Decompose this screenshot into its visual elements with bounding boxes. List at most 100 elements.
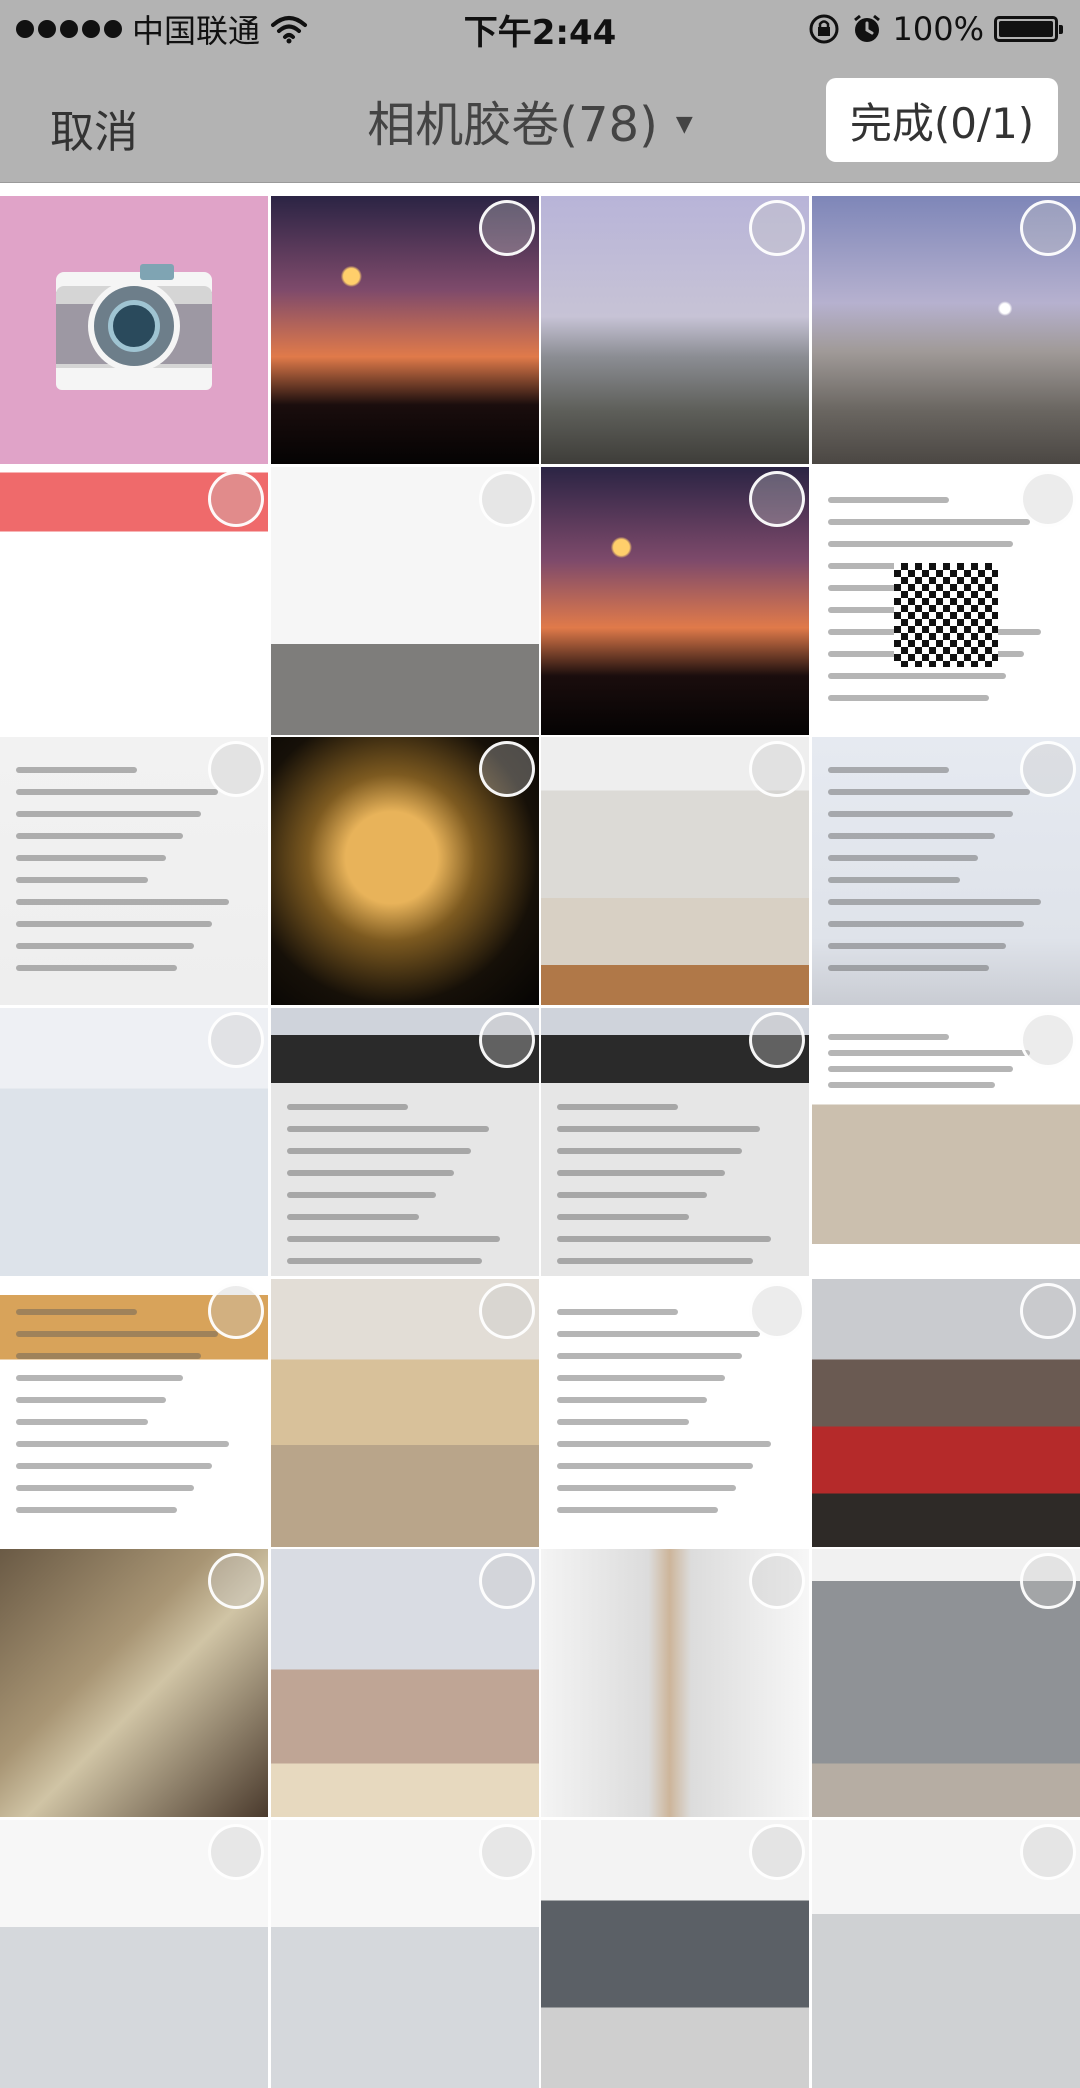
photo-thumbnail[interactable] [270, 196, 539, 464]
select-circle[interactable] [208, 741, 264, 798]
select-circle[interactable] [478, 200, 535, 256]
photo-thumbnail[interactable] [541, 196, 810, 464]
status-right: 100% [807, 0, 1063, 58]
camera-capture-tile[interactable] [0, 196, 268, 464]
text-line [828, 496, 949, 503]
select-circle[interactable] [478, 470, 535, 527]
photo-thumbnail[interactable] [812, 1820, 1080, 2088]
select-circle[interactable] [1020, 1282, 1076, 1339]
status-bar: 中国联通 下午2:44 100% [0, 0, 1080, 58]
select-circle[interactable] [208, 1282, 264, 1339]
text-line [286, 1214, 419, 1220]
photo-thumbnail[interactable] [541, 1278, 810, 1547]
text-line [828, 899, 1042, 906]
text-line [557, 1148, 743, 1154]
photo-thumbnail[interactable] [270, 1820, 539, 2088]
photo-thumbnail[interactable] [0, 466, 268, 735]
camera-icon [0, 196, 268, 464]
text-line [16, 1462, 212, 1469]
photo-thumbnail[interactable] [812, 1549, 1080, 1818]
text-line [828, 1082, 996, 1088]
text-line [16, 921, 212, 928]
select-circle[interactable] [749, 470, 806, 527]
select-circle[interactable] [1020, 741, 1076, 798]
select-circle[interactable] [478, 1553, 535, 1610]
select-circle[interactable] [1020, 1553, 1076, 1610]
select-circle[interactable] [1020, 1012, 1076, 1068]
text-line [557, 1104, 679, 1110]
select-circle[interactable] [1020, 470, 1076, 527]
text-line [828, 540, 1013, 547]
select-circle[interactable] [478, 741, 535, 798]
select-circle[interactable] [1020, 200, 1076, 256]
photo-thumbnail[interactable] [812, 466, 1080, 735]
wifi-icon [271, 16, 308, 44]
nav-bar: 取消 相机胶卷(78) ▼ 完成(0/1) [0, 58, 1080, 183]
text-line [16, 1418, 148, 1425]
photo-thumbnail[interactable] [0, 1549, 268, 1818]
photo-thumbnail[interactable] [270, 1008, 539, 1276]
text-line [828, 789, 1031, 796]
select-circle[interactable] [478, 1012, 535, 1068]
select-circle[interactable] [749, 200, 806, 256]
text-line [557, 1126, 760, 1132]
text-line [286, 1170, 454, 1176]
photo-thumbnail[interactable] [812, 196, 1080, 464]
select-circle[interactable] [749, 1824, 806, 1881]
text-line [286, 1192, 437, 1198]
qr-code [894, 562, 998, 667]
text-line [557, 1192, 707, 1198]
select-circle[interactable] [749, 1282, 806, 1339]
text-line [557, 1462, 754, 1469]
text-line [557, 1352, 743, 1359]
photo-thumbnail[interactable] [270, 737, 539, 1006]
text-line [16, 1506, 177, 1513]
text-line [828, 518, 1031, 525]
text-line [16, 1352, 201, 1359]
photo-thumbnail[interactable] [0, 737, 268, 1006]
select-circle[interactable] [208, 470, 264, 527]
text-line [828, 1066, 1013, 1072]
select-circle[interactable] [208, 1012, 264, 1068]
photo-thumbnail[interactable] [270, 1278, 539, 1547]
text-line [828, 943, 1007, 950]
text-line [828, 833, 996, 840]
photo-thumbnail[interactable] [0, 1278, 268, 1547]
select-circle[interactable] [478, 1824, 535, 1881]
select-circle[interactable] [1020, 1824, 1076, 1881]
photo-thumbnail[interactable] [270, 1549, 539, 1818]
photo-thumbnail[interactable] [812, 737, 1080, 1006]
photo-thumbnail[interactable] [270, 466, 539, 735]
photo-thumbnail[interactable] [541, 1820, 810, 2088]
text-line [16, 1330, 219, 1337]
select-circle[interactable] [749, 1012, 806, 1068]
select-circle[interactable] [208, 1553, 264, 1610]
text-line [557, 1308, 679, 1315]
text-line [16, 943, 195, 950]
photo-thumbnail[interactable] [541, 1008, 810, 1276]
text-line [557, 1170, 725, 1176]
cancel-button[interactable]: 取消 [44, 86, 144, 170]
text-line [16, 833, 184, 840]
photo-thumbnail[interactable] [812, 1278, 1080, 1547]
text-line [828, 965, 989, 972]
text-line [16, 899, 230, 906]
album-picker[interactable]: 相机胶卷(78) ▼ [367, 85, 692, 155]
alarm-icon [853, 14, 880, 42]
text-line [16, 1440, 230, 1447]
done-button[interactable]: 完成(0/1) [826, 78, 1058, 162]
text-line [557, 1258, 754, 1264]
select-circle[interactable] [208, 1824, 264, 1881]
photo-thumbnail[interactable] [0, 1820, 268, 2088]
photo-thumbnail[interactable] [541, 737, 810, 1006]
text-line [557, 1396, 707, 1403]
text-line [557, 1506, 718, 1513]
select-circle[interactable] [478, 1282, 535, 1339]
photo-thumbnail[interactable] [0, 1008, 268, 1276]
photo-thumbnail[interactable] [541, 466, 810, 735]
text-line [16, 855, 166, 862]
status-time: 下午2:44 [463, 12, 617, 53]
photo-thumbnail[interactable] [541, 1549, 810, 1818]
photo-thumbnail[interactable] [812, 1008, 1080, 1276]
text-line [16, 1484, 195, 1491]
